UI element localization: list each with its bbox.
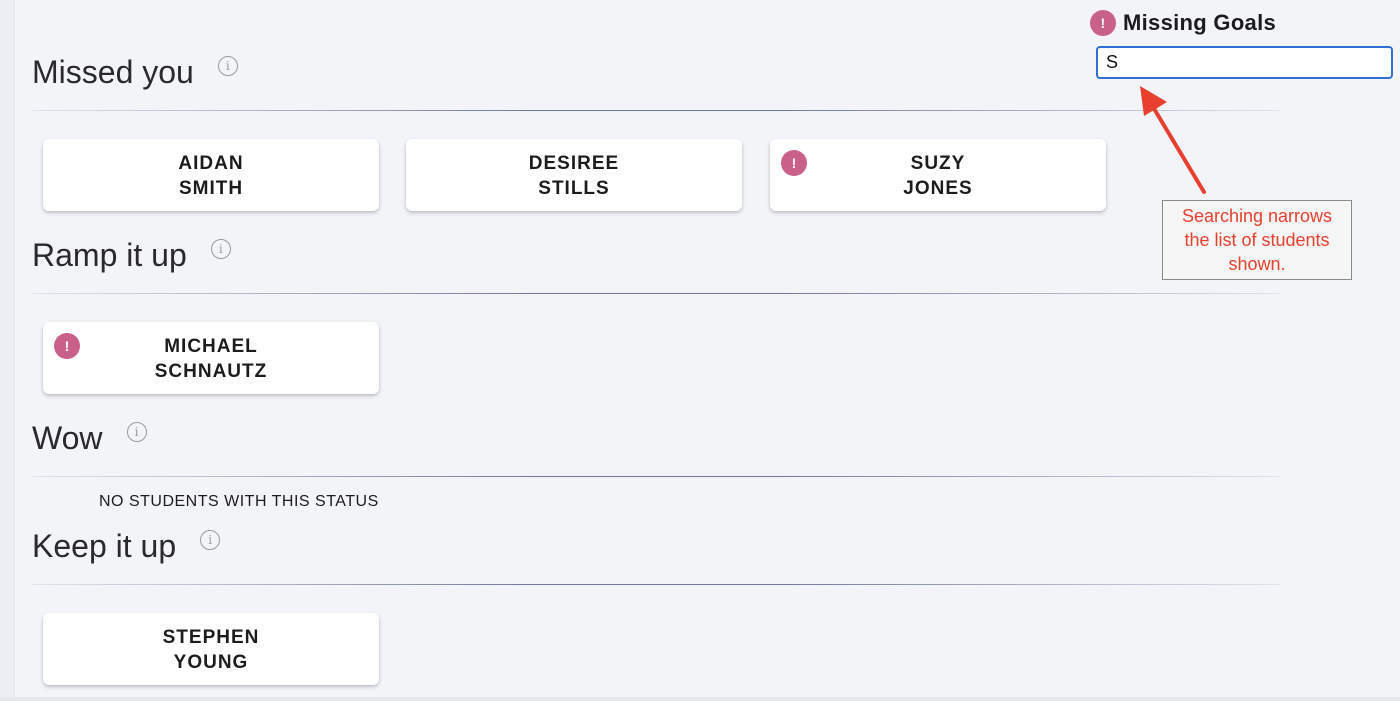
missing-goals-alert-icon: !: [1090, 10, 1116, 36]
student-name: MICHAEL SCHNAUTZ: [43, 334, 379, 384]
student-card[interactable]: AIDAN SMITH: [43, 139, 379, 211]
section-title-text: Keep it up: [32, 528, 177, 564]
section-divider: [32, 476, 1280, 477]
student-last-name: JONES: [903, 178, 973, 199]
student-last-name: YOUNG: [173, 652, 249, 673]
missing-goals-filter-label: ! Missing Goals: [1090, 10, 1276, 36]
student-card[interactable]: ! SUZY JONES: [770, 139, 1106, 211]
section-title-text: Wow: [32, 420, 103, 456]
student-last-name: STILLS: [538, 178, 610, 199]
section-title-text: Missed you: [32, 54, 194, 90]
section-title-keep-it-up: Keep it up i: [32, 528, 221, 565]
callout-arrow-icon: [1140, 86, 1206, 194]
info-icon[interactable]: i: [200, 529, 221, 550]
student-first-name: STEPHEN: [162, 627, 260, 648]
student-first-name: MICHAEL: [164, 336, 258, 357]
section-divider: [32, 584, 1280, 585]
empty-status-message: NO STUDENTS WITH THIS STATUS: [99, 493, 379, 510]
info-icon[interactable]: i: [210, 238, 231, 259]
student-last-name: SCHNAUTZ: [154, 361, 268, 382]
student-first-name: DESIREE: [528, 153, 620, 174]
student-name: AIDAN SMITH: [43, 151, 379, 201]
callout-note: Searching narrows the list of students s…: [1162, 200, 1352, 280]
section-divider: [32, 110, 1280, 111]
student-first-name: AIDAN: [178, 153, 244, 174]
student-first-name: SUZY: [910, 153, 966, 174]
bottom-edge: [0, 697, 1400, 701]
student-card[interactable]: DESIREE STILLS: [406, 139, 742, 211]
student-name: STEPHEN YOUNG: [43, 625, 379, 675]
section-title-text: Ramp it up: [32, 237, 187, 273]
left-edge: [0, 0, 15, 701]
section-title-missed-you: Missed you i: [32, 54, 238, 91]
section-title-ramp-it-up: Ramp it up i: [32, 237, 231, 274]
filter-label-text: Missing Goals: [1123, 10, 1277, 35]
student-last-name: SMITH: [178, 178, 244, 199]
info-icon[interactable]: i: [217, 55, 238, 76]
section-divider: [32, 293, 1280, 294]
section-title-wow: Wow i: [32, 420, 147, 457]
student-name: SUZY JONES: [770, 151, 1106, 201]
student-card[interactable]: STEPHEN YOUNG: [43, 613, 379, 685]
student-card[interactable]: ! MICHAEL SCHNAUTZ: [43, 322, 379, 394]
student-search-input[interactable]: [1096, 46, 1393, 79]
info-icon[interactable]: i: [126, 421, 147, 442]
student-name: DESIREE STILLS: [406, 151, 742, 201]
